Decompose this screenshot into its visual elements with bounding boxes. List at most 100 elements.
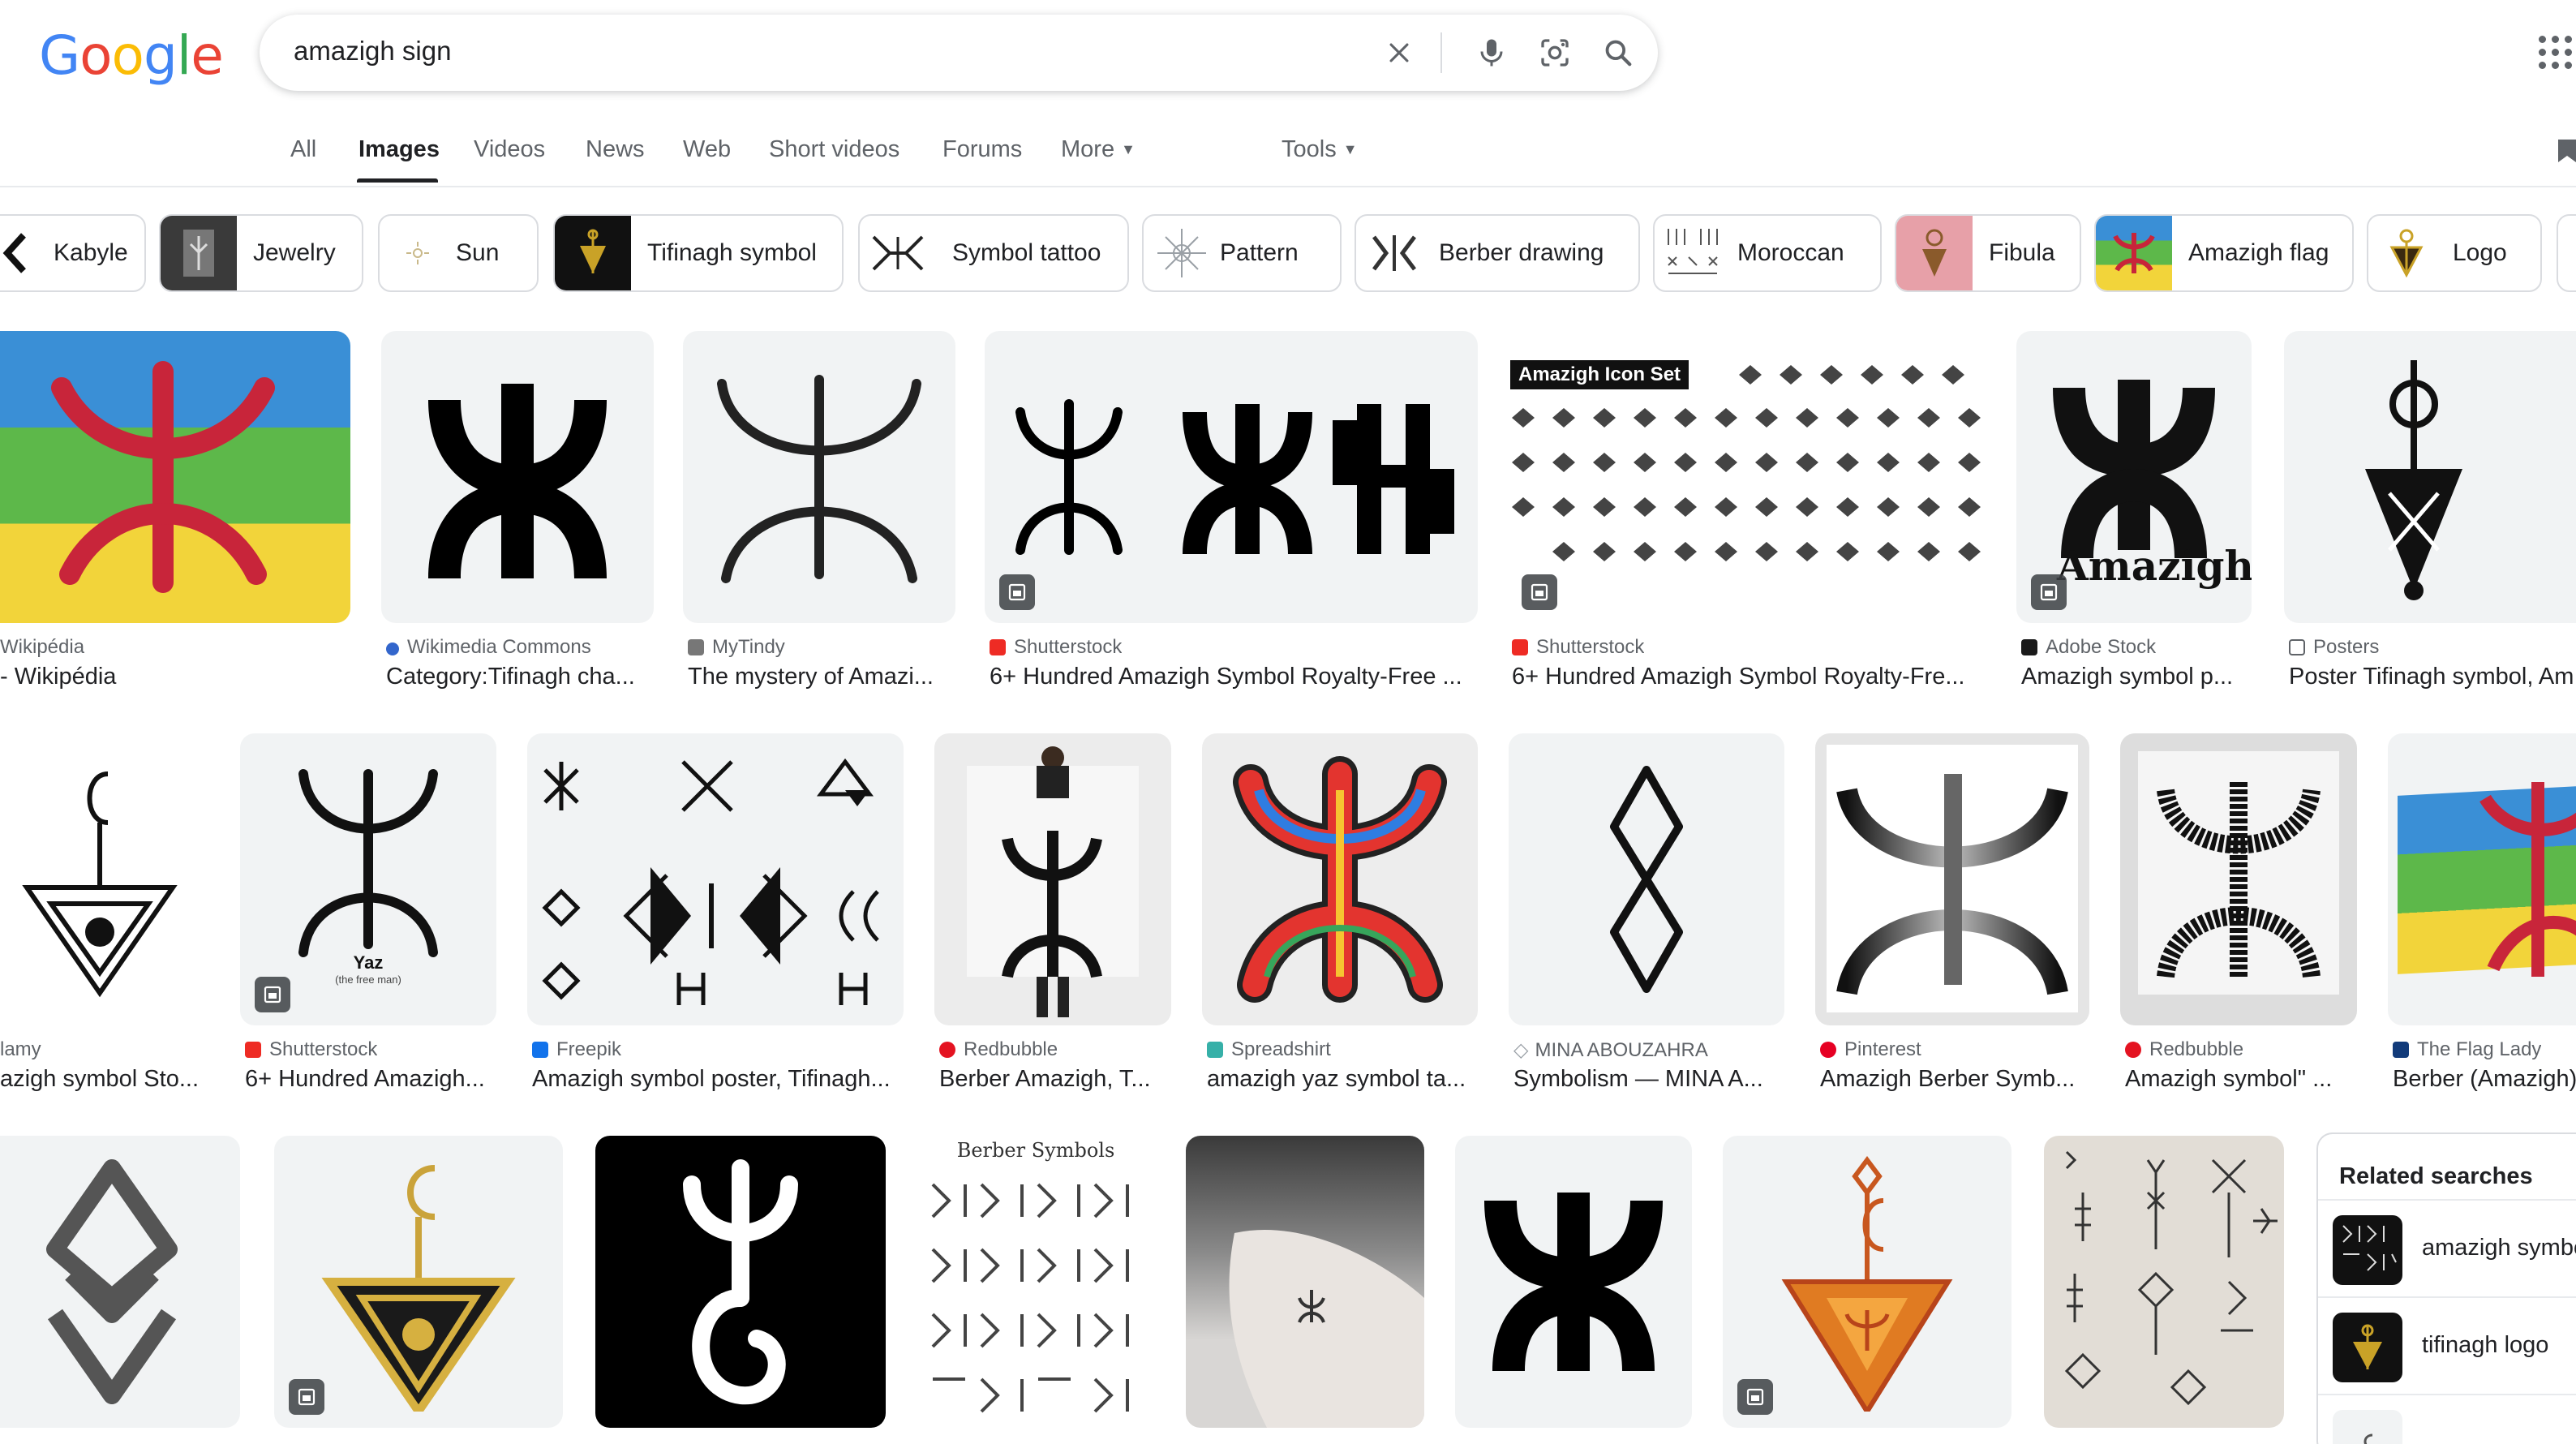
result-card[interactable]: Posters Poster Tifinagh symbol, Am — [2284, 331, 2576, 696]
result-image[interactable]: Amazigh — [2016, 331, 2252, 623]
result-card[interactable] — [2044, 1136, 2284, 1428]
result-image[interactable] — [1815, 733, 2089, 1025]
result-title[interactable]: 6+ Hundred Amazigh Symbol Royalty-Free .… — [990, 664, 1476, 690]
chip-logo[interactable]: Logo — [2367, 214, 2542, 292]
result-image[interactable] — [1202, 733, 1478, 1025]
result-card[interactable] — [1186, 1136, 1424, 1428]
chip-tifinagh-symbol[interactable]: Tifinagh symbol — [553, 214, 844, 292]
result-title[interactable]: Amazigh symbol p... — [2021, 664, 2248, 690]
result-card[interactable]: Wikimedia Commons Category:Tifinagh cha.… — [381, 331, 654, 696]
chip-fibula[interactable]: Fibula — [1895, 214, 2081, 292]
search-input[interactable]: amazigh sign — [294, 36, 451, 67]
result-title[interactable]: amazigh yaz symbol ta... — [1207, 1066, 1478, 1093]
result-image[interactable] — [0, 733, 208, 1025]
result-card[interactable]: Amazigh Adobe Stock Amazigh symbol p... — [2016, 331, 2252, 696]
result-title[interactable]: Amazigh symbol" ... — [2125, 1066, 2357, 1093]
result-image[interactable] — [1186, 1136, 1424, 1428]
result-image[interactable] — [985, 331, 1478, 623]
pinterest-icon — [1820, 1042, 1836, 1058]
clear-icon[interactable] — [1379, 32, 1419, 73]
result-card[interactable]: Shutterstock 6+ Hundred Amazigh Symbol R… — [985, 331, 1478, 696]
result-image[interactable]: Yaz (the free man) — [240, 733, 496, 1025]
result-image[interactable] — [2388, 733, 2576, 1025]
result-card[interactable]: Redbubble Amazigh symbol" ... — [2120, 733, 2357, 1098]
result-image[interactable] — [683, 331, 955, 623]
result-image[interactable] — [2044, 1136, 2284, 1428]
result-card[interactable]: Yaz (the free man) Shutterstock 6+ Hundr… — [240, 733, 496, 1098]
search-icon[interactable] — [1598, 32, 1638, 73]
microphone-icon[interactable] — [1471, 32, 1512, 73]
tab-images[interactable]: Images — [358, 136, 440, 163]
result-card[interactable]: Amazigh Icon Set Shutterstock 6+ Hundred… — [1507, 331, 1986, 696]
result-image[interactable] — [274, 1136, 563, 1428]
tab-short-videos[interactable]: Short videos — [769, 136, 899, 163]
chip-kabyle[interactable]: Kabyle — [0, 214, 146, 292]
result-card[interactable]: Pinterest Amazigh Berber Symb... — [1815, 733, 2089, 1098]
result-card[interactable] — [1723, 1136, 2011, 1428]
related-search-item[interactable]: tifinagh logo — [2318, 1296, 2576, 1394]
result-card[interactable]: Freepik Amazigh symbol poster, Tifinagh.… — [527, 733, 904, 1098]
result-image[interactable] — [381, 331, 654, 623]
apps-grid-icon[interactable] — [2539, 36, 2576, 73]
result-title[interactable]: Symbolism — MINA A... — [1513, 1066, 1781, 1093]
tab-all[interactable]: All — [290, 136, 316, 163]
chip-more[interactable] — [2557, 214, 2576, 292]
result-title[interactable]: 6+ Hundred Amazigh... — [245, 1066, 496, 1093]
result-card[interactable] — [1455, 1136, 1692, 1428]
search-box[interactable]: amazigh sign — [260, 15, 1658, 91]
result-title[interactable]: Berber (Amazigh) — [2393, 1066, 2576, 1093]
result-card[interactable]: ◇ MINA ABOUZAHRA Symbolism — MINA A... — [1509, 733, 1784, 1098]
logo-letter: g — [143, 24, 178, 87]
source-name: Spreadshirt — [1231, 1038, 1331, 1060]
result-image[interactable]: Amazigh Icon Set — [1507, 331, 1986, 623]
tab-news[interactable]: News — [586, 136, 645, 163]
tab-more[interactable]: More ▼ — [1061, 136, 1136, 163]
result-image[interactable] — [1723, 1136, 2011, 1428]
result-image[interactable] — [1455, 1136, 1692, 1428]
result-card[interactable]: lamy azigh symbol Sto... — [0, 733, 208, 1098]
result-title[interactable]: azigh symbol Sto... — [0, 1066, 203, 1093]
result-image[interactable]: Berber Symbols — [917, 1136, 1155, 1428]
tab-forums[interactable]: Forums — [942, 136, 1022, 163]
result-title[interactable]: Category:Tifinagh cha... — [386, 664, 654, 690]
chip-pattern[interactable]: Pattern — [1142, 214, 1342, 292]
result-image[interactable] — [595, 1136, 886, 1428]
tools-button[interactable]: Tools ▼ — [1282, 136, 1358, 163]
result-image[interactable] — [1509, 733, 1784, 1025]
result-card[interactable]: Redbubble Berber Amazigh, T... — [934, 733, 1171, 1098]
chip-jewelry[interactable]: Jewelry — [159, 214, 363, 292]
result-image[interactable] — [0, 1136, 240, 1428]
result-image[interactable] — [2120, 733, 2357, 1025]
result-card[interactable]: Spreadshirt amazigh yaz symbol ta... — [1202, 733, 1478, 1098]
tab-web[interactable]: Web — [683, 136, 731, 163]
result-card[interactable]: MyTindy The mystery of Amazi... — [683, 331, 955, 696]
result-title[interactable]: The mystery of Amazi... — [688, 664, 955, 690]
chip-moroccan[interactable]: Moroccan — [1653, 214, 1882, 292]
result-title[interactable]: Amazigh Berber Symb... — [1820, 1066, 2088, 1093]
result-card[interactable]: The Flag Lady Berber (Amazigh) — [2388, 733, 2576, 1098]
chip-symbol-tattoo[interactable]: Symbol tattoo — [858, 214, 1129, 292]
result-title[interactable]: Berber Amazigh, T... — [939, 1066, 1171, 1093]
chip-sun[interactable]: Sun — [378, 214, 539, 292]
chip-berber-drawing[interactable]: Berber drawing — [1355, 214, 1640, 292]
result-title[interactable]: 6+ Hundred Amazigh Symbol Royalty-Fre... — [1512, 664, 1982, 690]
result-image[interactable] — [2284, 331, 2576, 623]
camera-lens-icon[interactable] — [1535, 32, 1575, 73]
result-title[interactable]: Poster Tifinagh symbol, Am — [2289, 664, 2576, 690]
result-card[interactable]: Wikipédia - Wikipédia — [0, 331, 350, 696]
result-title[interactable]: Amazigh symbol poster, Tifinagh... — [532, 1066, 905, 1093]
related-search-item[interactable] — [2318, 1394, 2576, 1444]
result-image[interactable] — [0, 331, 350, 623]
result-card[interactable] — [274, 1136, 563, 1428]
result-card[interactable]: Berber Symbols — [917, 1136, 1155, 1428]
google-logo[interactable]: Google — [39, 24, 224, 87]
result-image[interactable] — [934, 733, 1171, 1025]
bookmark-icon[interactable] — [2557, 138, 2576, 164]
result-image[interactable] — [527, 733, 904, 1025]
related-search-item[interactable]: amazigh symbol — [2318, 1199, 2576, 1296]
result-title[interactable]: - Wikipédia — [0, 664, 341, 690]
chip-amazigh-flag[interactable]: Amazigh flag — [2094, 214, 2354, 292]
result-card[interactable] — [0, 1136, 240, 1428]
result-card[interactable] — [595, 1136, 886, 1428]
tab-videos[interactable]: Videos — [474, 136, 545, 163]
